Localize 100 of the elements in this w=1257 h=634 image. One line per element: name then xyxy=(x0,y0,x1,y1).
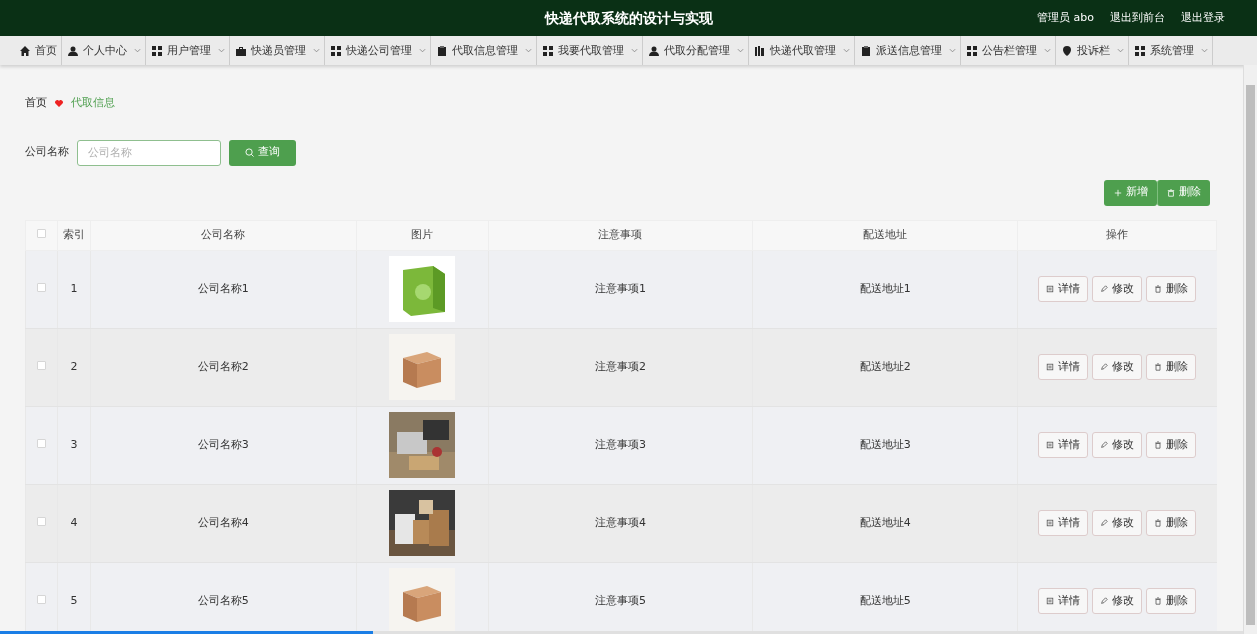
table-cell: 配送地址4 xyxy=(859,515,911,529)
user-icon xyxy=(649,45,659,56)
table-cell: 注意事项1 xyxy=(594,281,646,295)
books-icon xyxy=(755,45,765,56)
pencil-icon xyxy=(1100,597,1109,605)
grid-icon xyxy=(543,45,553,56)
breadcrumb-link[interactable]: 首页 xyxy=(25,95,47,112)
table-cell: 配送地址2 xyxy=(859,359,911,373)
nav-item[interactable]: 首页 xyxy=(14,36,62,65)
row-action-button[interactable]: 修改 xyxy=(1092,510,1143,536)
briefcase-icon xyxy=(236,45,246,56)
table-cell: 配送地址1 xyxy=(859,281,911,295)
pencil-icon xyxy=(1100,285,1109,293)
row-checkbox[interactable] xyxy=(37,360,46,370)
clipboard-icon xyxy=(861,45,871,56)
search-icon xyxy=(245,148,254,157)
table-cell: 公司名称4 xyxy=(197,515,249,529)
table-cell: 配送地址5 xyxy=(859,593,911,607)
row-checkbox[interactable] xyxy=(37,594,46,604)
grid-icon xyxy=(152,45,162,56)
column-header: 注意事项 xyxy=(598,227,643,241)
column-header: 配送地址 xyxy=(863,227,908,241)
row-action-button[interactable]: 详情 xyxy=(1038,588,1089,614)
table-cell: 注意事项2 xyxy=(594,359,646,373)
trash-icon xyxy=(1167,188,1175,197)
table-cell: 1 xyxy=(70,281,78,295)
trash-icon xyxy=(1154,363,1163,371)
row-action-button[interactable]: 删除 xyxy=(1146,276,1197,302)
column-header: 图片 xyxy=(411,227,434,241)
document-icon xyxy=(1046,441,1055,449)
nav-item[interactable]: 公告栏管理 xyxy=(961,36,1056,65)
clipboard-icon xyxy=(437,45,447,56)
nav-item[interactable]: 快递公司管理 xyxy=(325,36,431,65)
table-cell: 公司名称2 xyxy=(197,359,249,373)
pin-icon xyxy=(1062,45,1072,56)
table-cell: 公司名称3 xyxy=(197,437,249,451)
row-action-button[interactable]: 详情 xyxy=(1038,432,1089,458)
pencil-icon xyxy=(1100,519,1109,527)
row-checkbox[interactable] xyxy=(37,438,46,448)
row-action-button[interactable]: 删除 xyxy=(1146,354,1197,380)
document-icon xyxy=(1046,597,1055,605)
table-cell: 注意事项4 xyxy=(594,515,646,529)
row-action-button[interactable]: 修改 xyxy=(1092,432,1143,458)
pencil-icon xyxy=(1100,363,1109,371)
table-cell: 公司名称5 xyxy=(197,593,249,607)
column-header: 操作 xyxy=(1106,227,1128,241)
table-cell: 注意事项3 xyxy=(594,437,646,451)
row-action-button[interactable]: 详情 xyxy=(1038,354,1089,380)
select-all-checkbox[interactable] xyxy=(37,228,46,238)
header-link[interactable]: 退出到前台 xyxy=(1110,9,1165,27)
table-cell: 3 xyxy=(70,437,78,451)
search-field[interactable]: 公司名称 xyxy=(77,139,221,166)
row-action-button[interactable]: 删除 xyxy=(1146,510,1197,536)
home-icon xyxy=(20,45,30,56)
row-action-button[interactable]: 详情 xyxy=(1038,510,1089,536)
nav-item[interactable]: 派送信息管理 xyxy=(855,36,961,65)
nav-item[interactable]: 代取信息管理 xyxy=(431,36,537,65)
nav-item[interactable]: 快递员管理 xyxy=(230,36,325,65)
trash-icon xyxy=(1154,441,1163,449)
plus-icon xyxy=(1113,188,1122,197)
row-action-button[interactable]: 详情 xyxy=(1038,276,1089,302)
document-icon xyxy=(1046,519,1055,527)
user-icon xyxy=(68,45,78,56)
table-cell: 2 xyxy=(70,359,78,373)
document-icon xyxy=(1046,363,1055,371)
trash-icon xyxy=(1154,519,1163,527)
column-header: 公司名称 xyxy=(201,227,246,241)
nav-item[interactable]: 我要代取管理 xyxy=(537,36,643,65)
header-link[interactable]: 退出登录 xyxy=(1181,9,1225,27)
pencil-icon xyxy=(1100,441,1109,449)
row-action-button[interactable]: 修改 xyxy=(1092,354,1143,380)
scrollbar[interactable] xyxy=(1243,65,1257,634)
app-title: 快递代取系统的设计与实现 xyxy=(544,8,713,28)
nav-item[interactable]: 系统管理 xyxy=(1129,36,1213,65)
search-label: 公司名称 xyxy=(25,144,69,161)
row-action-button[interactable]: 删除 xyxy=(1146,588,1197,614)
row-checkbox[interactable] xyxy=(37,516,46,526)
nav-item[interactable]: 用户管理 xyxy=(146,36,230,65)
table-cell: 公司名称1 xyxy=(197,281,249,295)
nav-item[interactable]: 投诉栏 xyxy=(1056,36,1129,65)
table-cell: 5 xyxy=(70,593,78,607)
row-action-button[interactable]: 修改 xyxy=(1092,588,1143,614)
row-action-button[interactable]: 修改 xyxy=(1092,276,1143,302)
row-checkbox[interactable] xyxy=(37,282,46,292)
nav-item[interactable]: 快递代取管理 xyxy=(749,36,855,65)
trash-icon xyxy=(1154,597,1163,605)
table-cell: 4 xyxy=(70,515,78,529)
trash-icon xyxy=(1154,285,1163,293)
document-icon xyxy=(1046,285,1055,293)
grid-icon xyxy=(331,45,341,56)
user-label: 管理员 abo xyxy=(1037,9,1094,26)
nav-item[interactable]: 代取分配管理 xyxy=(643,36,749,65)
table-cell: 配送地址3 xyxy=(859,437,911,451)
grid-icon xyxy=(1135,45,1145,56)
grid-icon xyxy=(967,45,977,56)
table-cell: 注意事项5 xyxy=(594,593,646,607)
heart-icon xyxy=(55,99,63,107)
nav-item[interactable]: 个人中心 xyxy=(62,36,146,65)
row-action-button[interactable]: 删除 xyxy=(1146,432,1197,458)
column-header: 索引 xyxy=(62,227,85,241)
